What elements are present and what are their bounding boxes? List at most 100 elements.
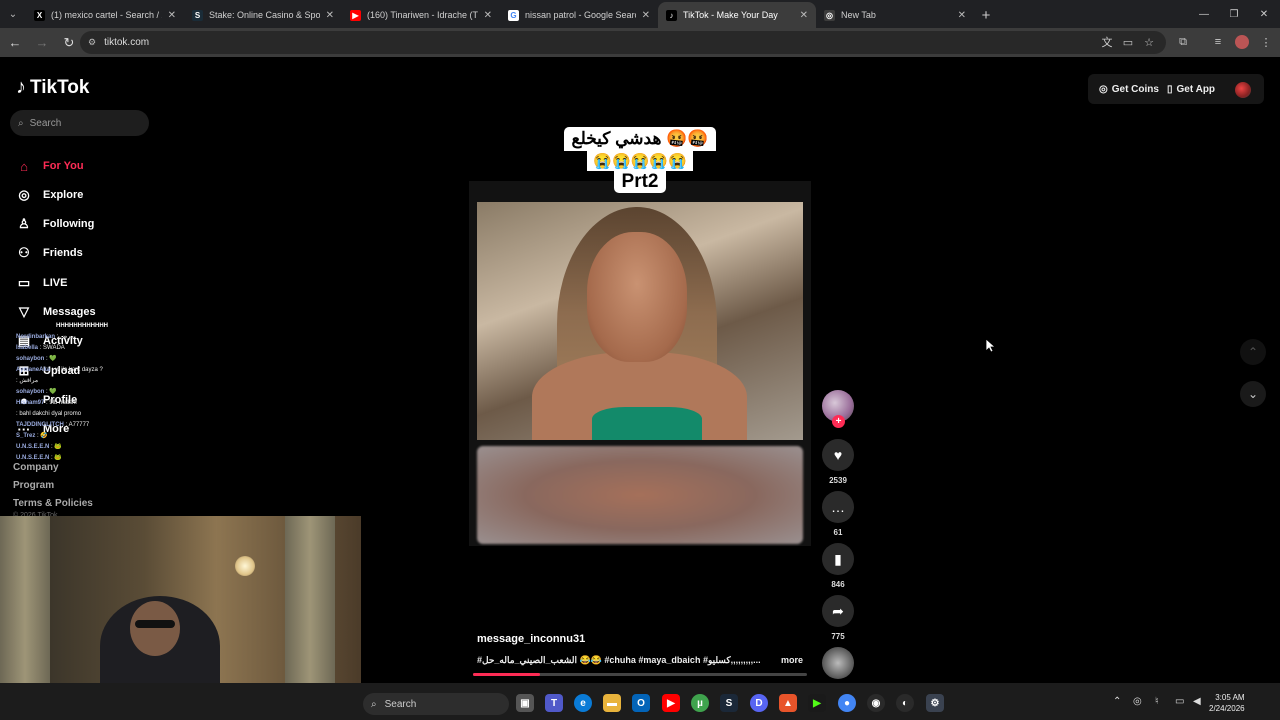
comment-action[interactable]: … 61 — [822, 491, 854, 537]
video-progress-bar[interactable] — [473, 673, 807, 676]
file-explorer-icon[interactable]: ▬ — [603, 694, 621, 712]
reload-button[interactable]: ↻ — [57, 31, 81, 55]
comment-icon[interactable]: … — [822, 491, 854, 523]
utorrent-icon[interactable]: µ — [691, 694, 709, 712]
microphone-icon[interactable]: ♮ — [1155, 696, 1159, 707]
follow-button[interactable]: + — [832, 415, 845, 428]
browser-tab[interactable]: ◎ New Tab ✕ — [816, 2, 974, 28]
app-icon[interactable]: ◐ — [896, 694, 914, 712]
chat-username: TAJDDINGLITCH — [16, 422, 64, 428]
chrome-menu-icon[interactable]: ⋮ — [1257, 33, 1275, 51]
tab-search-button[interactable]: ⌄ — [0, 0, 26, 28]
user-avatar[interactable] — [1235, 82, 1251, 98]
chat-message: Isabella : SWADA — [16, 343, 166, 354]
like-action[interactable]: ♥ 2539 — [822, 439, 854, 485]
video-author[interactable]: message_inconnu31 — [477, 633, 585, 645]
search-input[interactable]: ⌕ Search — [10, 110, 149, 136]
settings-icon[interactable]: ⚙ — [926, 694, 944, 712]
sidebar-item-following[interactable]: ♙ Following — [16, 216, 94, 232]
bookmark-star-icon[interactable]: ☆ — [1140, 33, 1158, 51]
caption-line-3: Prt2 — [613, 171, 667, 193]
tiktok-logo[interactable]: ♪ TikTok — [16, 76, 89, 99]
outlook-icon[interactable]: O — [632, 694, 650, 712]
progress-fill — [473, 673, 540, 676]
sidebar-item-friends[interactable]: ⚇ Friends — [16, 245, 83, 261]
new-tab-button[interactable]: + — [974, 2, 998, 28]
get-app-button[interactable]: ▯ Get App — [1167, 78, 1215, 100]
more-button[interactable]: more — [781, 655, 803, 666]
save-action[interactable]: ▮ 846 — [822, 543, 854, 589]
cast-icon[interactable]: ▭ — [1119, 33, 1137, 51]
browser-tab[interactable]: ♪ TikTok - Make Your Day ✕ — [658, 2, 816, 28]
windows-taskbar: ⌕ Search ▣ T e ▬ O ▶ µ S D ▲ ▶ ● ◉ ◐ ⚙ ⌃… — [0, 683, 1280, 720]
browser-tab[interactable]: ▶ (160) Tinariwen - Idrache (Trac ✕ — [342, 2, 500, 28]
stream-chat-overlay: HHHHHHHHHHHH Nordinbarkan : مرض Isabella … — [16, 321, 166, 464]
tab-close-icon[interactable]: ✕ — [326, 10, 334, 21]
extensions-icon[interactable]: ⧉ — [1174, 33, 1192, 51]
tab-close-icon[interactable]: ✕ — [958, 10, 966, 21]
sidebar-item-for-you[interactable]: ⌂ For You — [16, 158, 83, 174]
minimize-button[interactable]: — — [1188, 0, 1220, 28]
music-disc-avatar[interactable] — [822, 647, 854, 679]
tray-overflow-icon[interactable]: ⌃ — [1113, 696, 1121, 707]
footer-terms-link[interactable]: Terms & Policies — [13, 495, 93, 513]
share-icon[interactable]: ➦ — [822, 595, 854, 627]
footer-program-link[interactable]: Program — [13, 477, 93, 495]
steam-icon[interactable]: S — [720, 694, 738, 712]
sidebar-item-live[interactable]: ▭ LIVE — [16, 275, 68, 291]
back-button[interactable]: ← — [3, 31, 27, 55]
site-info-icon[interactable]: ⚙ — [88, 37, 96, 48]
chat-text: 💚 — [49, 356, 57, 362]
chat-message: : bahl dakchi dyal promo — [16, 409, 166, 420]
teams-icon[interactable]: T — [545, 694, 563, 712]
edge-icon[interactable]: e — [574, 694, 592, 712]
browser-tab[interactable]: X (1) mexico cartel - Search / X ✕ — [26, 2, 184, 28]
tray-app-icon[interactable]: ◎ — [1133, 696, 1142, 707]
discord-icon[interactable]: D — [750, 694, 768, 712]
network-icon[interactable]: ▭ — [1175, 696, 1184, 707]
address-bar[interactable]: ⚙ tiktok.com — [80, 31, 1166, 54]
chrome-icon[interactable]: ● — [838, 694, 856, 712]
tab-close-icon[interactable]: ✕ — [642, 10, 650, 21]
tab-close-icon[interactable]: ✕ — [800, 10, 808, 21]
streaming-app-icon[interactable]: ▲ — [779, 694, 797, 712]
chat-username: sohaybon — [16, 356, 45, 362]
footer-company-link[interactable]: Company — [13, 459, 93, 477]
kick-icon[interactable]: ▶ — [808, 694, 826, 712]
sidebar-item-explore[interactable]: ◎ Explore — [16, 187, 83, 203]
heart-icon[interactable]: ♥ — [822, 439, 854, 471]
tab-title: (1) mexico cartel - Search / X — [51, 10, 162, 20]
translate-icon[interactable]: 文 — [1098, 33, 1116, 51]
get-coins-button[interactable]: ◎ Get Coins — [1099, 78, 1159, 100]
system-clock[interactable]: 3:05 AM 2/24/2026 — [1209, 692, 1245, 714]
tab-close-icon[interactable]: ✕ — [168, 10, 176, 21]
share-action[interactable]: ➦ 775 — [822, 595, 854, 641]
chat-text: مرض — [60, 334, 74, 340]
taskbar-search[interactable]: ⌕ Search — [363, 693, 509, 715]
media-controls-icon[interactable]: ≡ — [1209, 33, 1227, 51]
tab-close-icon[interactable]: ✕ — [484, 10, 492, 21]
browser-tab[interactable]: Gnissan patrol - Google Search ✕ — [500, 2, 658, 28]
obs-icon[interactable]: ◉ — [867, 694, 885, 712]
sidebar-item-messages[interactable]: ▽ Messages — [16, 304, 96, 320]
chat-text: SWADA — [43, 345, 65, 351]
bookmark-icon[interactable]: ▮ — [822, 543, 854, 575]
volume-icon[interactable]: ◀ — [1193, 696, 1201, 707]
sidebar-item-label: Friends — [43, 247, 83, 259]
profile-avatar-icon[interactable] — [1233, 33, 1251, 51]
chat-message: U.N.S.E.E.N : 🐸 — [16, 442, 166, 453]
youtube-icon[interactable]: ▶ — [662, 694, 680, 712]
chevron-up-icon[interactable]: ⌃ — [1240, 339, 1266, 365]
webcam-curtain-left — [0, 516, 50, 683]
browser-tab[interactable]: S Stake: Online Casino & Sports B ✕ — [184, 2, 342, 28]
chat-username: S_Trez — [16, 433, 36, 439]
search-icon: ⌕ — [18, 117, 24, 129]
clock-date: 2/24/2026 — [1209, 704, 1245, 713]
chevron-down-icon[interactable]: ⌄ — [1240, 381, 1266, 407]
chat-text: w ila kant dayza ? — [55, 367, 103, 373]
maximize-button[interactable]: ❐ — [1218, 0, 1250, 28]
webcam-curtain-right — [285, 516, 335, 683]
close-window-button[interactable]: ✕ — [1248, 0, 1280, 28]
forward-button[interactable]: → — [30, 31, 54, 55]
task-view-icon[interactable]: ▣ — [516, 694, 534, 712]
